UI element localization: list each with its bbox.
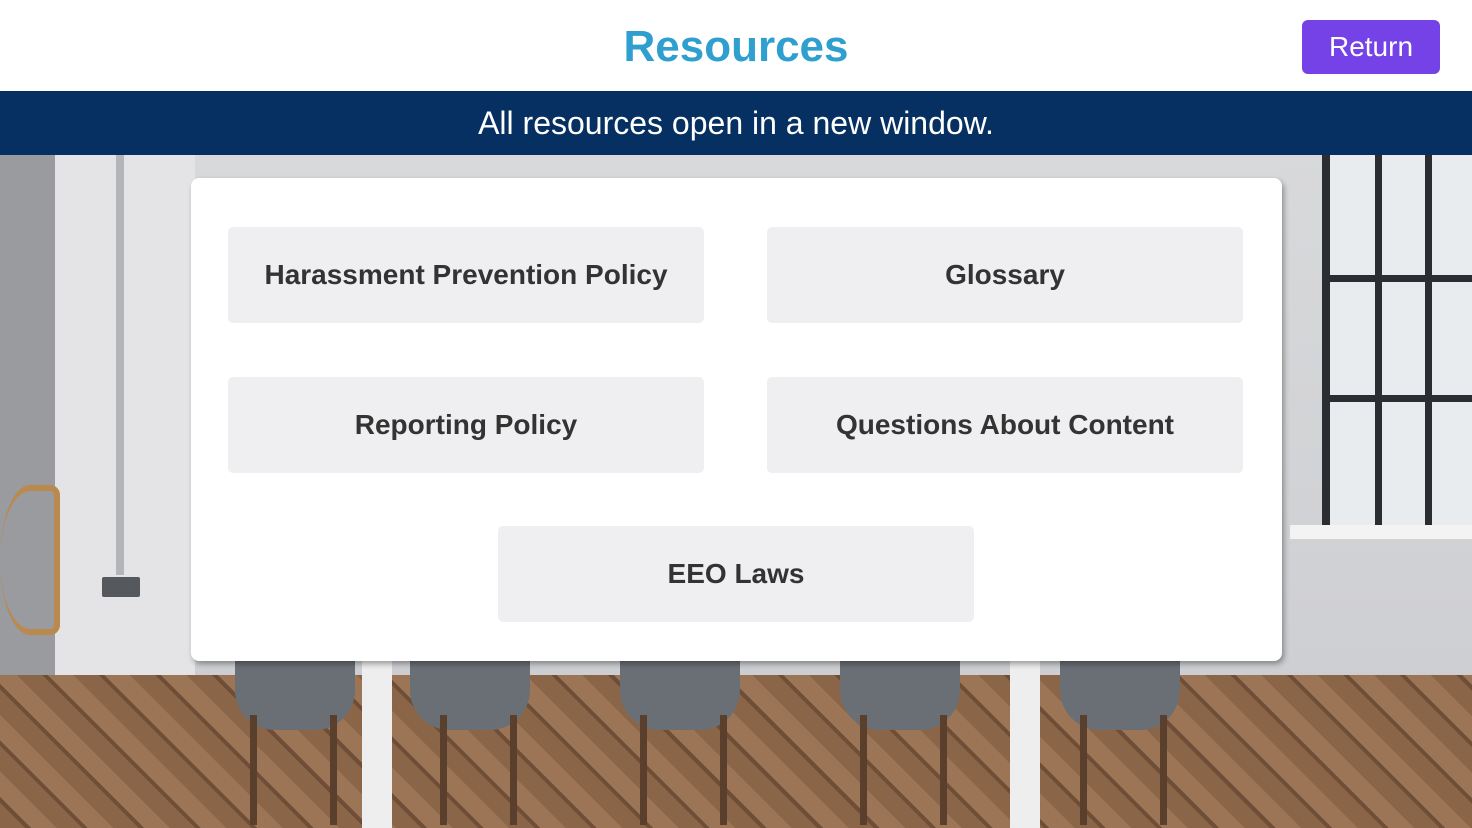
background-chair-leg <box>510 715 517 825</box>
background-chair-leg <box>860 715 867 825</box>
harassment-prevention-policy-button[interactable]: Harassment Prevention Policy <box>228 227 704 323</box>
background-window-bar <box>1375 155 1382 525</box>
background-socket <box>102 577 140 597</box>
background-window-bar <box>1322 275 1472 282</box>
background-window-bar <box>1425 155 1432 525</box>
background-chair-leg <box>640 715 647 825</box>
reporting-policy-button[interactable]: Reporting Policy <box>228 377 704 473</box>
page-title: Resources <box>623 22 849 71</box>
background-pipe <box>116 155 124 575</box>
background-window <box>1322 155 1472 525</box>
glossary-button[interactable]: Glossary <box>767 227 1243 323</box>
background-pillar <box>55 155 195 715</box>
info-banner: All resources open in a new window. <box>0 91 1472 155</box>
header: Resources Return <box>0 0 1472 91</box>
background-chair-leg <box>940 715 947 825</box>
background-chair-leg <box>1080 715 1087 825</box>
background-window-sill <box>1290 525 1472 539</box>
questions-about-content-button[interactable]: Questions About Content <box>767 377 1243 473</box>
background-rattan-chair <box>0 485 60 635</box>
eeo-laws-button[interactable]: EEO Laws <box>498 526 974 622</box>
background-table-leg <box>362 655 392 828</box>
background-chair-leg <box>1160 715 1167 825</box>
background-chair-leg <box>330 715 337 825</box>
background-window-bar <box>1322 395 1472 402</box>
background-chair-leg <box>250 715 257 825</box>
background-table-leg <box>1010 655 1040 828</box>
resources-card: Harassment Prevention Policy Glossary Re… <box>191 178 1282 661</box>
return-button[interactable]: Return <box>1302 20 1440 74</box>
background-chair-leg <box>440 715 447 825</box>
background-chair-leg <box>720 715 727 825</box>
